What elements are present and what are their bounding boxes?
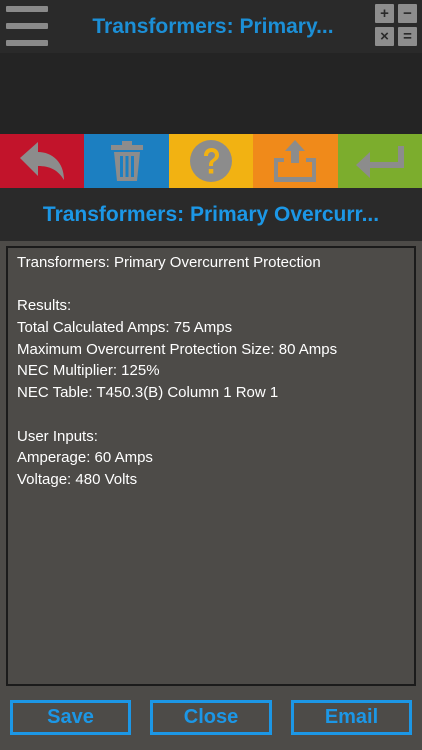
result-line: Voltage: 480 Volts [17, 470, 138, 488]
result-line [17, 274, 405, 296]
result-line [17, 404, 405, 426]
result-line: NEC Multiplier: 125% [17, 362, 160, 380]
help-button[interactable] [168, 134, 254, 188]
result-line: User Inputs: [17, 427, 98, 445]
help-icon [189, 140, 232, 182]
menu-icon[interactable] [6, 6, 48, 46]
close-button[interactable]: Close [150, 700, 272, 735]
section-title: Transformers: Primary Overcurr... [0, 188, 422, 241]
calc-times-key: × [375, 27, 394, 46]
calc-equals-key: = [398, 27, 417, 46]
save-button[interactable]: Save [10, 700, 131, 735]
result-line: NEC Table: T450.3(B) Column 1 Row 1 [17, 384, 279, 402]
top-bar: Transformers: Primary... + − × = [0, 0, 422, 53]
action-toolbar [0, 134, 422, 188]
result-line: Results: [17, 297, 72, 315]
email-button[interactable]: Email [291, 700, 412, 735]
app-title: Transformers: Primary... [92, 15, 334, 38]
result-line: Transformers: Primary Overcurrent Protec… [17, 254, 321, 271]
ad-banner-area [0, 53, 422, 134]
back-button[interactable] [0, 134, 85, 188]
result-line: Maximum Overcurrent Protection Size: 80 … [17, 340, 338, 358]
calc-plus-key: + [375, 4, 394, 23]
calculator-icon[interactable]: + − × = [375, 4, 417, 46]
trash-icon [110, 141, 143, 181]
result-line: Total Calculated Amps: 75 Amps [17, 319, 233, 337]
results-text-area[interactable]: Transformers: Primary Overcurrent Protec… [6, 246, 416, 686]
return-button[interactable] [337, 134, 422, 188]
result-line: Amperage: 60 Amps [17, 449, 153, 467]
delete-button[interactable] [84, 134, 169, 188]
calc-minus-key: − [398, 4, 417, 23]
share-icon [274, 140, 317, 182]
share-button[interactable] [253, 134, 338, 188]
return-icon [355, 146, 404, 178]
back-arrow-icon [20, 142, 65, 180]
